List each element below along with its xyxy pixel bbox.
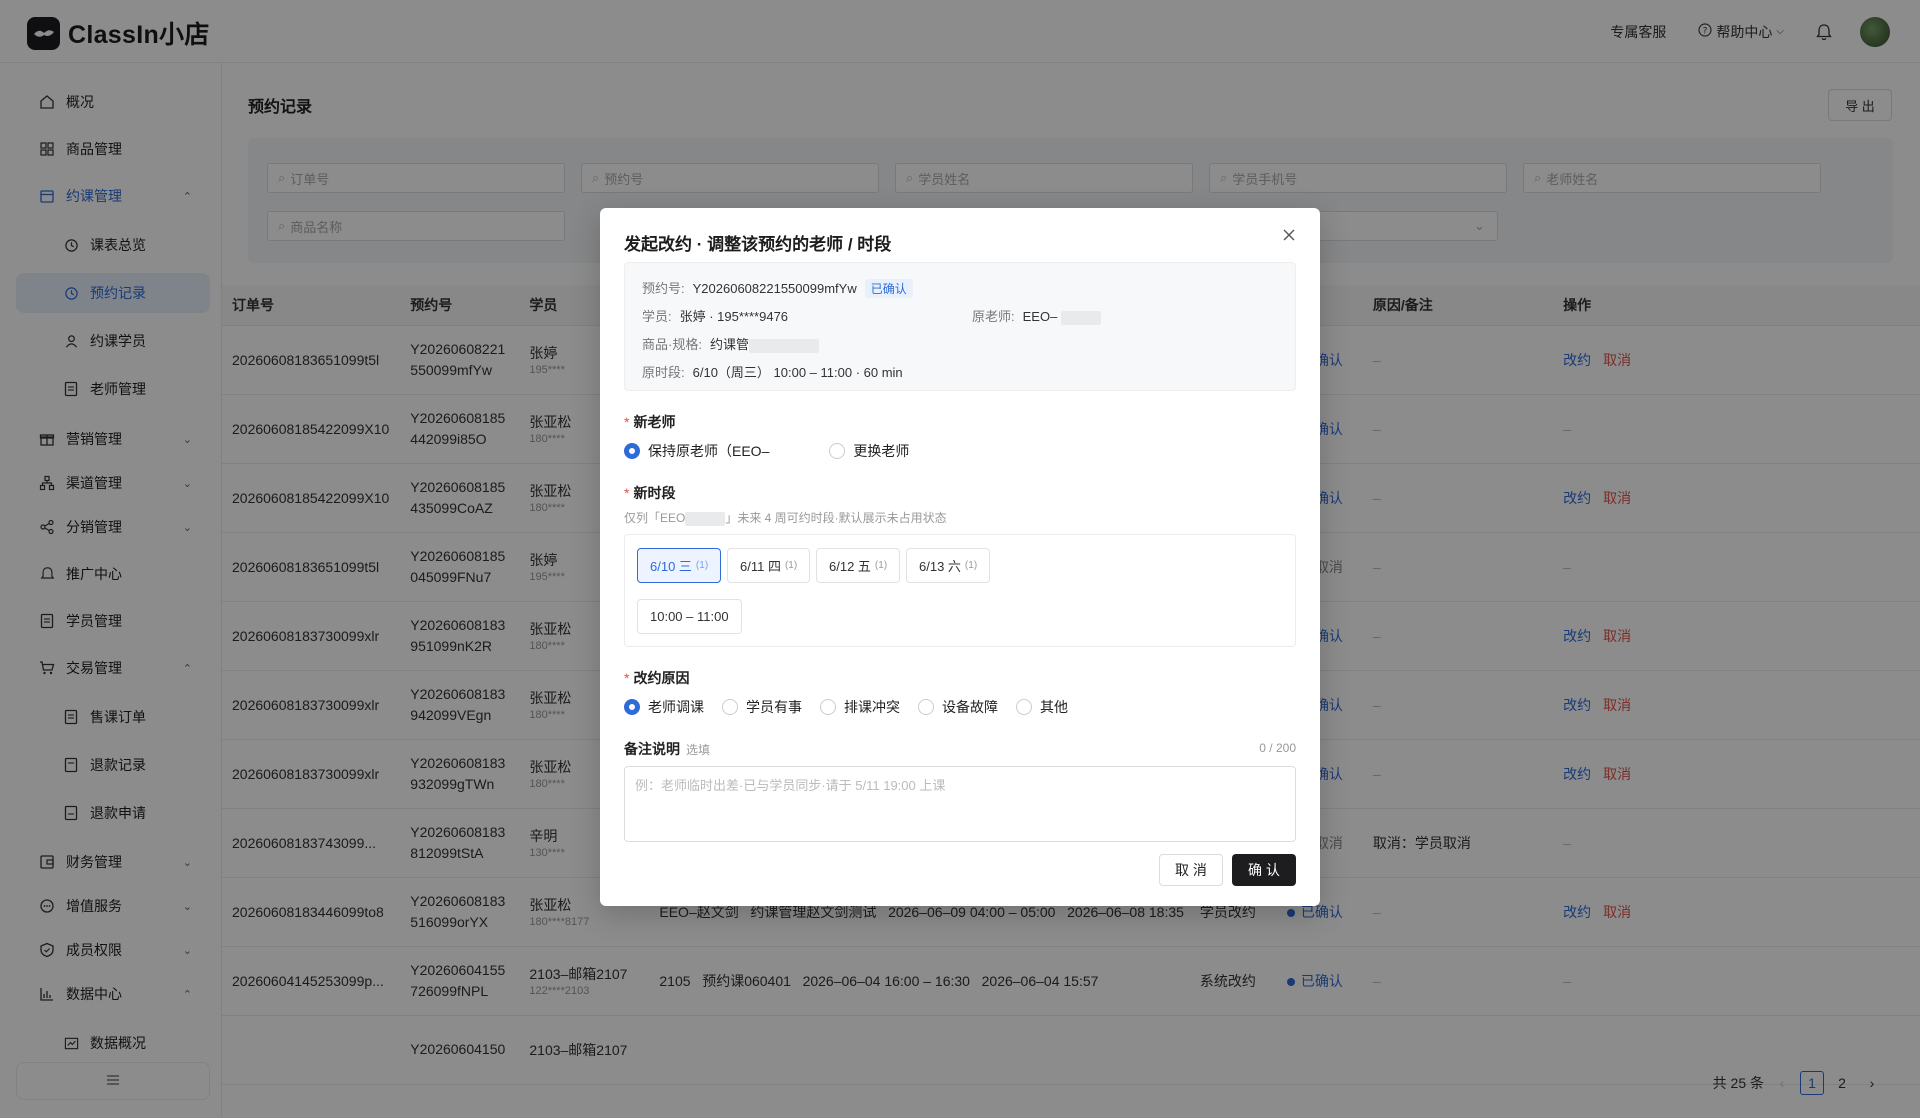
original-time-line: 原时段: 6/10（周三） 10:00 – 11:00 · 60 min <box>642 362 903 381</box>
close-icon[interactable] <box>1278 224 1300 246</box>
original-teacher-line: 原老师: EEO– <box>972 306 1101 325</box>
booking-info-box: 预约号: Y20260608221550099mfYw 已确认 学员: 张婷 · 19… <box>624 262 1296 391</box>
product-value: 约课管 <box>709 337 749 352</box>
keep-teacher-radio[interactable]: 保持原老师（EEO– <box>624 441 769 461</box>
dialog-title: 发起改约 · 调整该预约的老师 / 时段 <box>624 235 892 254</box>
day-chip-0613[interactable]: 6/13 六 (1) <box>906 548 991 583</box>
day-label: 6/11 四 <box>740 559 781 574</box>
radio-checked-icon <box>624 699 640 715</box>
slot-hint: 仅列「EEO 」未来 4 周可约时段·默认展示未占用状态 <box>624 509 947 526</box>
radio-unchecked-icon <box>1016 699 1032 715</box>
slot-picker: 6/10 三 (1) 6/11 四 (1) 6/12 五 (1) 6/13 六 (1) … <box>624 534 1296 647</box>
reason-radio-other[interactable]: 其他 <box>1016 697 1068 717</box>
change-teacher-radio[interactable]: 更换老师 <box>829 441 909 461</box>
radio-unchecked-icon <box>829 443 846 459</box>
note-char-counter: 0 / 200 <box>1259 741 1296 755</box>
status-badge: 已确认 <box>864 279 913 298</box>
day-chip-0611[interactable]: 6/11 四 (1) <box>727 548 811 583</box>
time-slot-chip[interactable]: 10:00 – 11:00 <box>637 599 742 634</box>
original-teacher-label: 原老师: <box>972 309 1015 324</box>
redacted-mask <box>1060 310 1101 325</box>
radio-checked-icon <box>624 443 640 459</box>
new-teacher-section-label: * 新老师 <box>624 412 675 432</box>
day-label: 6/10 三 <box>650 559 692 574</box>
day-label: 6/13 六 <box>919 559 961 574</box>
radio-unchecked-icon <box>918 699 934 715</box>
required-mark: * <box>624 414 630 430</box>
new-slot-section-label: * 新时段 <box>624 483 675 503</box>
reason-option-label: 排课冲突 <box>844 699 900 715</box>
slot-hint-pre: 仅列「EEO <box>624 511 686 525</box>
cancel-button[interactable]: 取 消 <box>1159 854 1223 886</box>
radio-unchecked-icon <box>820 699 836 715</box>
booking-no-label: 预约号: <box>642 281 685 296</box>
reason-radio-conflict[interactable]: 排课冲突 <box>820 697 900 717</box>
student-line: 学员: 张婷 · 195****9476 <box>642 306 788 325</box>
new-teacher-label: 新老师 <box>633 414 676 430</box>
reschedule-dialog: 发起改约 · 调整该预约的老师 / 时段 预约号: Y20260608221550… <box>600 208 1320 906</box>
note-label: 备注说明 <box>624 741 680 757</box>
redacted-mask <box>685 511 726 526</box>
product-line: 商品·规格: 约课管 <box>642 334 819 353</box>
reason-radio-teacher[interactable]: 老师调课 <box>624 697 704 717</box>
original-time-value: 6/10（周三） 10:00 – 11:00 · 60 min <box>692 365 903 380</box>
confirm-button[interactable]: 确 认 <box>1232 854 1296 886</box>
day-count: (1) <box>964 560 978 571</box>
note-section-label: 备注说明 选填 <box>624 739 710 759</box>
teacher-radio-group: 保持原老师（EEO– 更换老师 <box>624 441 927 461</box>
reason-section-label: * 改约原因 <box>624 668 689 688</box>
booking-no-value: Y20260608221550099mfYw <box>692 281 857 296</box>
keep-teacher-label: 保持原老师（EEO– <box>648 443 770 459</box>
slot-hint-post: 」未来 4 周可约时段·默认展示未占用状态 <box>725 511 947 525</box>
day-count: (1) <box>784 560 798 571</box>
day-count: (1) <box>874 560 888 571</box>
reason-option-label: 其他 <box>1040 699 1068 715</box>
radio-unchecked-icon <box>722 699 738 715</box>
day-label: 6/12 五 <box>829 559 871 574</box>
day-chip-0612[interactable]: 6/12 五 (1) <box>816 548 901 583</box>
note-optional-tag: 选填 <box>686 743 711 757</box>
required-mark: * <box>624 670 630 686</box>
product-label: 商品·规格: <box>642 337 702 352</box>
day-count: (1) <box>695 560 709 571</box>
original-teacher-value: EEO– <box>1022 309 1058 324</box>
change-teacher-label: 更换老师 <box>853 443 910 459</box>
reason-option-label: 设备故障 <box>942 699 998 715</box>
reason-radio-group: 老师调课 学员有事 排课冲突 设备故障 其他 <box>624 697 1086 717</box>
student-value: 张婷 · 195****9476 <box>679 309 789 324</box>
note-textarea[interactable]: 例：老师临时出差·已与学员同步·请于 5/11 19:00 上课 <box>624 766 1296 842</box>
student-label: 学员: <box>642 309 672 324</box>
booking-no-line: 预约号: Y20260608221550099mfYw 已确认 <box>642 278 913 298</box>
reason-radio-student[interactable]: 学员有事 <box>722 697 802 717</box>
reason-option-label: 学员有事 <box>746 699 802 715</box>
original-time-label: 原时段: <box>642 365 685 380</box>
new-slot-label: 新时段 <box>633 485 676 501</box>
day-chip-0610[interactable]: 6/10 三 (1) <box>637 548 722 583</box>
redacted-mask <box>748 338 819 353</box>
reason-radio-device[interactable]: 设备故障 <box>918 697 998 717</box>
reason-option-label: 老师调课 <box>648 699 704 715</box>
reason-label: 改约原因 <box>633 670 690 686</box>
required-mark: * <box>624 485 630 501</box>
